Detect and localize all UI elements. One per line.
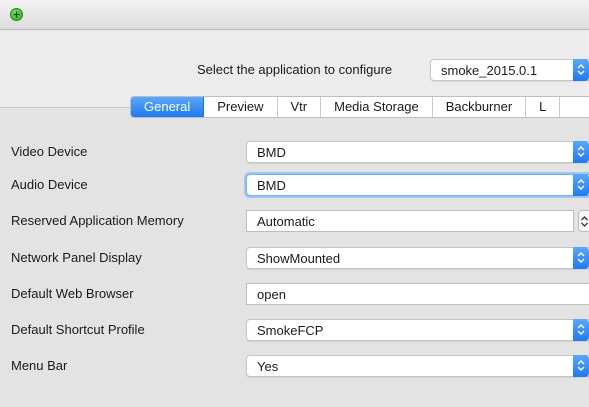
network-panel-value: ShowMounted — [257, 251, 341, 266]
title-bar — [0, 0, 589, 30]
tab-general[interactable]: General — [131, 97, 205, 117]
reserved-memory-label: Reserved Application Memory — [11, 213, 184, 228]
zoom-window-button[interactable] — [10, 8, 23, 21]
chevron-updown-icon — [581, 216, 588, 227]
video-device-label: Video Device — [11, 144, 88, 159]
reserved-memory-value: Automatic — [257, 214, 315, 229]
tab-vtr[interactable]: Vtr — [278, 97, 322, 117]
chevron-updown-icon — [573, 59, 589, 81]
app-select-value: smoke_2015.0.1 — [441, 63, 538, 78]
web-browser-label: Default Web Browser — [11, 286, 134, 301]
tab-bar: General Preview Vtr Media Storage Backbu… — [130, 96, 589, 118]
reserved-memory-stepper[interactable] — [578, 210, 589, 232]
reserved-memory-field[interactable]: Automatic — [246, 210, 574, 232]
shortcut-profile-select[interactable]: SmokeFCP — [246, 319, 589, 341]
audio-device-select[interactable]: BMD — [246, 174, 589, 196]
plus-icon — [13, 11, 20, 18]
network-panel-label: Network Panel Display — [11, 250, 142, 265]
app-select-label: Select the application to configure — [197, 62, 393, 77]
menu-bar-label: Menu Bar — [11, 358, 68, 373]
audio-device-label: Audio Device — [11, 177, 88, 192]
chevron-updown-icon — [573, 174, 589, 196]
app-select[interactable]: smoke_2015.0.1 — [430, 59, 589, 81]
tab-more[interactable]: L — [526, 97, 561, 117]
video-device-value: BMD — [257, 145, 286, 160]
tab-media-storage[interactable]: Media Storage — [321, 97, 433, 117]
menu-bar-value: Yes — [257, 359, 279, 374]
network-panel-select[interactable]: ShowMounted — [246, 247, 589, 269]
tab-backburner[interactable]: Backburner — [433, 97, 527, 117]
shortcut-profile-value: SmokeFCP — [257, 323, 324, 338]
web-browser-field[interactable]: open — [246, 283, 589, 305]
shortcut-profile-label: Default Shortcut Profile — [11, 322, 145, 337]
web-browser-value: open — [257, 287, 286, 302]
tab-preview[interactable]: Preview — [204, 97, 278, 117]
chevron-updown-icon — [573, 141, 589, 163]
chevron-updown-icon — [573, 319, 589, 341]
chevron-updown-icon — [573, 355, 589, 377]
audio-device-value: BMD — [257, 178, 286, 193]
video-device-select[interactable]: BMD — [246, 141, 589, 163]
chevron-updown-icon — [573, 247, 589, 269]
menu-bar-select[interactable]: Yes — [246, 355, 589, 377]
